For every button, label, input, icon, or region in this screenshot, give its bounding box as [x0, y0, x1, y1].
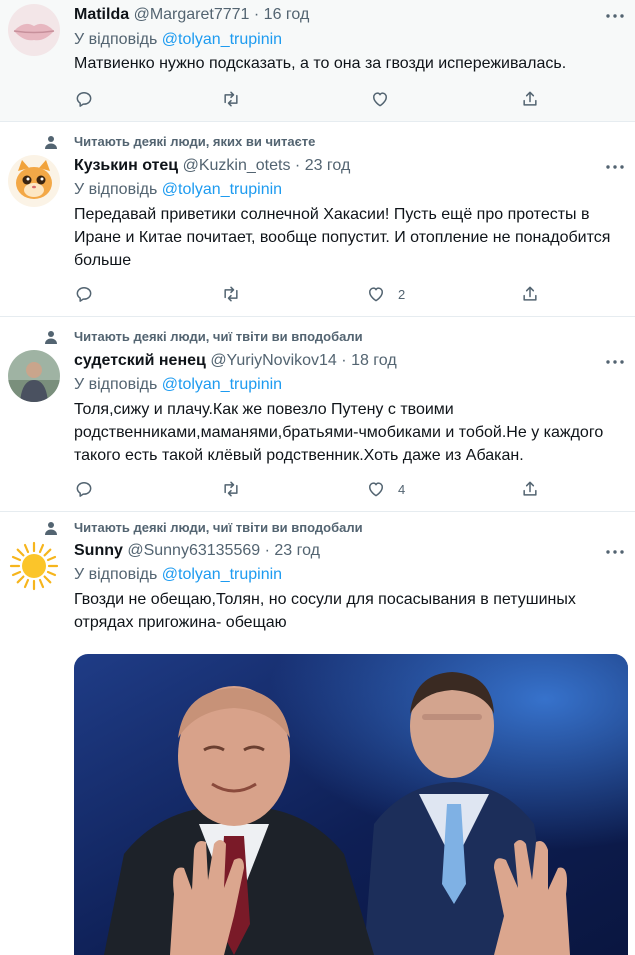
avatar-sun-image [8, 540, 60, 592]
retweet-icon [224, 91, 238, 107]
photo-image [74, 654, 628, 955]
avatar-kitten-image [8, 155, 60, 207]
social-context-text: Читають деякі люди, чиї твіти ви вподоба… [74, 329, 363, 344]
like-icon [369, 482, 383, 497]
author-handle[interactable]: @Kuzkin_otets [183, 157, 291, 174]
tweet-time[interactable]: 23 год [274, 542, 320, 559]
tweet-media-photo[interactable] [74, 654, 628, 955]
more-icon[interactable] [605, 548, 625, 556]
reply-context: У відповідь @tolyan_trupinin [74, 29, 282, 51]
author-name[interactable]: Sunny [74, 542, 123, 559]
share-button[interactable] [520, 87, 540, 111]
author-handle[interactable]: @YuriyNovikov14 [210, 352, 337, 369]
tweet-card[interactable]: Читають деякі люди, яких ви читаєте Кузь… [0, 122, 635, 317]
author-handle[interactable]: @Margaret7771 [134, 6, 250, 23]
retweet-button[interactable] [221, 282, 241, 306]
reply-prefix: У відповідь [74, 376, 158, 393]
separator: · [253, 6, 260, 23]
retweet-button[interactable] [221, 477, 241, 501]
tweet-header: Кузькин отец @Kuzkin_otets · 23 год [74, 155, 350, 177]
tweet-time[interactable]: 18 год [351, 352, 397, 369]
author-name[interactable]: Кузькин отец [74, 157, 178, 174]
separator: · [341, 352, 347, 369]
retweet-button[interactable] [221, 87, 241, 111]
reply-mention[interactable]: @tolyan_trupinin [162, 376, 282, 393]
tweet-time[interactable]: 16 год [264, 6, 310, 23]
avatar[interactable] [8, 155, 60, 207]
retweet-icon [224, 481, 238, 497]
share-icon [523, 91, 537, 106]
tweet-text: Матвиенко нужно подсказать, а то она за … [74, 55, 567, 72]
reply-button[interactable] [74, 87, 94, 111]
reply-mention[interactable]: @tolyan_trupinin [162, 31, 282, 48]
tweet-card[interactable]: Читають деякі люди, чиї твіти ви вподоба… [0, 317, 635, 512]
tweet-header: Sunny @Sunny63135569 · 23 год [74, 540, 320, 562]
reply-icon [76, 287, 92, 302]
reply-prefix: У відповідь [74, 181, 158, 198]
reply-icon [76, 482, 92, 497]
share-icon [523, 286, 537, 301]
like-icon [373, 92, 387, 107]
like-icon [369, 287, 383, 302]
avatar[interactable] [8, 350, 60, 402]
tweet-card[interactable]: Matilda @Margaret7771 · 16 год У відпові… [0, 0, 635, 122]
separator: · [264, 542, 270, 559]
person-icon [45, 331, 57, 344]
social-context-text: Читають деякі люди, яких ви читаєте [74, 134, 316, 149]
like-button[interactable]: 4 [366, 477, 405, 501]
share-button[interactable] [520, 477, 540, 501]
social-context: Читають деякі люди, яких ви читаєте [45, 133, 316, 151]
author-name[interactable]: Matilda [74, 6, 129, 23]
share-button[interactable] [520, 282, 540, 306]
tweet-text: Гвозди не обещаю,Толян, но сосули для по… [74, 591, 576, 631]
tweet-header: судетский ненец @YuriyNovikov14 · 18 год [74, 350, 397, 372]
author-name[interactable]: судетский ненец [74, 352, 206, 369]
reply-button[interactable] [74, 282, 94, 306]
reply-context: У відповідь @tolyan_trupinin [74, 374, 282, 396]
like-button[interactable] [370, 87, 402, 111]
reply-context: У відповідь @tolyan_trupinin [74, 179, 282, 201]
action-bar [74, 87, 544, 111]
tweet-text: Толя,сижу и плачу.Как же повезло Путену … [74, 401, 604, 464]
author-handle[interactable]: @Sunny63135569 [127, 542, 260, 559]
person-icon [45, 522, 57, 535]
action-bar: 4 [74, 477, 544, 501]
reply-icon [76, 92, 92, 107]
reply-mention[interactable]: @tolyan_trupinin [162, 566, 282, 583]
reply-button[interactable] [74, 477, 94, 501]
like-count: 2 [398, 286, 406, 302]
more-icon[interactable] [605, 163, 625, 171]
more-icon[interactable] [605, 358, 625, 366]
reply-prefix: У відповідь [74, 31, 158, 48]
separator: · [294, 157, 301, 174]
share-icon [523, 481, 537, 496]
like-button[interactable]: 2 [366, 282, 405, 306]
like-count: 4 [398, 481, 406, 497]
avatar-lips-image [8, 4, 60, 56]
reply-mention[interactable]: @tolyan_trupinin [162, 181, 282, 198]
social-context: Читають деякі люди, чиї твіти ви вподоба… [45, 519, 363, 537]
person-icon [45, 136, 57, 149]
avatar[interactable] [8, 540, 60, 592]
avatar-photo-image [8, 350, 60, 402]
social-context: Читають деякі люди, чиї твіти ви вподоба… [45, 328, 363, 346]
tweet-time[interactable]: 23 год [305, 157, 351, 174]
reply-prefix: У відповідь [74, 566, 158, 583]
tweet-text: Передавай приветики солнечной Хакасии! П… [74, 206, 611, 269]
reply-context: У відповідь @tolyan_trupinin [74, 564, 282, 586]
social-context-text: Читають деякі люди, чиї твіти ви вподоба… [74, 520, 363, 535]
retweet-icon [224, 286, 238, 302]
avatar[interactable] [8, 4, 60, 56]
tweet-header: Matilda @Margaret7771 · 16 год [74, 4, 309, 26]
more-icon[interactable] [605, 12, 625, 20]
action-bar: 2 [74, 282, 544, 306]
